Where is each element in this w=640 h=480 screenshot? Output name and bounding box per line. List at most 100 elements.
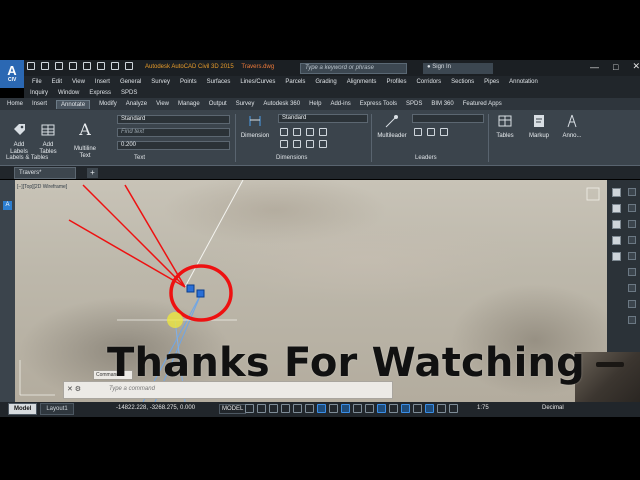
- tab-insert[interactable]: Insert: [32, 101, 47, 107]
- palette-icon[interactable]: [628, 236, 636, 244]
- selection-cycling-icon[interactable]: [341, 404, 350, 413]
- palette-icon[interactable]: [628, 268, 636, 276]
- menu-item[interactable]: Surfaces: [207, 79, 231, 85]
- mleader-style-select[interactable]: [412, 114, 484, 123]
- text-style-select[interactable]: Standard: [117, 115, 230, 124]
- tab-analyze[interactable]: Analyze: [126, 101, 147, 107]
- workspace-icon[interactable]: [125, 62, 133, 70]
- gizmo-icon[interactable]: [389, 404, 398, 413]
- sign-in-button[interactable]: ● Sign In: [423, 63, 493, 74]
- annotation-scaling-button[interactable]: Anno...: [558, 114, 586, 140]
- radius-dim-icon[interactable]: [319, 128, 327, 136]
- panel-dimensions[interactable]: Dimensions: [276, 155, 307, 161]
- new-file-icon[interactable]: [27, 62, 35, 70]
- tab-home[interactable]: Home: [7, 101, 23, 107]
- menu-item[interactable]: Express: [89, 90, 111, 96]
- 3d-osnap-icon[interactable]: [353, 404, 362, 413]
- palette-icon[interactable]: [628, 300, 636, 308]
- tab-layout1[interactable]: Layout1: [40, 403, 74, 415]
- panel-leaders[interactable]: Leaders: [415, 155, 437, 161]
- menu-item[interactable]: General: [120, 79, 141, 85]
- viewport-controls[interactable]: [−][Top][2D Wireframe]: [17, 184, 67, 190]
- add-tables-button[interactable]: Add Tables: [35, 116, 61, 156]
- close-icon[interactable]: ✕: [632, 61, 640, 72]
- menu-item[interactable]: View: [72, 79, 85, 85]
- toolspace-icon[interactable]: A: [3, 201, 12, 210]
- dynamic-ucs-icon[interactable]: [365, 404, 374, 413]
- align-leader-icon[interactable]: [440, 128, 448, 136]
- annotation-scale-value[interactable]: 1:75: [477, 405, 489, 411]
- viewcube-icon[interactable]: [586, 187, 600, 201]
- ortho-icon[interactable]: [269, 404, 278, 413]
- save-icon[interactable]: [55, 62, 63, 70]
- polar-icon[interactable]: [281, 404, 290, 413]
- isodraft-icon[interactable]: [293, 404, 302, 413]
- tables-button[interactable]: Tables: [492, 114, 518, 140]
- baseline-dim-icon[interactable]: [293, 140, 301, 148]
- plot-icon[interactable]: [83, 62, 91, 70]
- units-value[interactable]: Decimal: [542, 405, 564, 411]
- grip-point[interactable]: [186, 284, 195, 293]
- tab-featured-apps[interactable]: Featured Apps: [463, 101, 502, 107]
- tab-add-ins[interactable]: Add-ins: [330, 101, 350, 107]
- menu-item[interactable]: Grading: [315, 79, 336, 85]
- menu-item[interactable]: Parcels: [285, 79, 305, 85]
- isolate-objects-icon[interactable]: [449, 404, 458, 413]
- menu-item[interactable]: SPDS: [121, 90, 137, 96]
- menu-item[interactable]: Annotation: [509, 79, 538, 85]
- close-command-icon[interactable]: ✕ ⚙: [67, 385, 81, 393]
- new-tab-button[interactable]: +: [87, 168, 98, 178]
- osnap-icon[interactable]: [317, 404, 326, 413]
- menu-item[interactable]: Pipes: [484, 79, 499, 85]
- tab-express-tools[interactable]: Express Tools: [360, 101, 397, 107]
- tab-autodesk-360[interactable]: Autodesk 360: [263, 101, 300, 107]
- add-leader-icon[interactable]: [414, 128, 422, 136]
- remove-leader-icon[interactable]: [427, 128, 435, 136]
- tab-annotate[interactable]: Annotate: [56, 99, 91, 109]
- selection-filter-icon[interactable]: [377, 404, 386, 413]
- multileader-button[interactable]: Multileader: [374, 114, 410, 140]
- showmotion-icon[interactable]: [612, 236, 621, 245]
- tab-spds[interactable]: SPDS: [406, 101, 422, 107]
- annotation-visibility-icon[interactable]: [401, 404, 410, 413]
- palette-icon[interactable]: [628, 252, 636, 260]
- menu-item[interactable]: Profiles: [386, 79, 406, 85]
- tab-model[interactable]: Model: [8, 403, 38, 415]
- continue-dim-icon[interactable]: [280, 140, 288, 148]
- add-labels-button[interactable]: Add Labels: [6, 116, 32, 156]
- space-dim-icon[interactable]: [319, 140, 327, 148]
- dimension-button[interactable]: Dimension: [238, 114, 272, 140]
- undo-icon[interactable]: [97, 62, 105, 70]
- find-text-input[interactable]: Find text: [117, 128, 230, 137]
- maximize-icon[interactable]: □: [613, 62, 618, 72]
- zoom-icon[interactable]: [612, 204, 621, 213]
- linear-dim-icon[interactable]: [280, 128, 288, 136]
- redo-icon[interactable]: [111, 62, 119, 70]
- menu-item[interactable]: Insert: [95, 79, 110, 85]
- menu-item[interactable]: Inquiry: [30, 90, 48, 96]
- grip-point[interactable]: [196, 289, 205, 298]
- open-file-icon[interactable]: [41, 62, 49, 70]
- tab-help[interactable]: Help: [309, 101, 321, 107]
- annotation-scale-icon[interactable]: [425, 404, 434, 413]
- menu-item[interactable]: Corridors: [416, 79, 441, 85]
- tab-view[interactable]: View: [156, 101, 169, 107]
- tab-output[interactable]: Output: [209, 101, 227, 107]
- search-input[interactable]: Type a keyword or phrase: [300, 63, 407, 74]
- palette-icon[interactable]: [628, 220, 636, 228]
- aligned-dim-icon[interactable]: [293, 128, 301, 136]
- pan-icon[interactable]: [612, 188, 621, 197]
- file-tab-travers[interactable]: Travers*: [14, 167, 76, 179]
- command-input[interactable]: Type a command: [109, 386, 155, 392]
- tab-modify[interactable]: Modify: [99, 101, 117, 107]
- menu-item[interactable]: Alignments: [347, 79, 377, 85]
- tab-bim-360[interactable]: BIM 360: [431, 101, 453, 107]
- snap-icon[interactable]: [257, 404, 266, 413]
- tab-survey[interactable]: Survey: [236, 101, 255, 107]
- object-tracking-icon[interactable]: [305, 404, 314, 413]
- menu-item[interactable]: Points: [180, 79, 197, 85]
- save-as-icon[interactable]: [69, 62, 77, 70]
- menu-item[interactable]: Lines/Curves: [240, 79, 275, 85]
- palette-icon[interactable]: [628, 316, 636, 324]
- palette-icon[interactable]: [628, 204, 636, 212]
